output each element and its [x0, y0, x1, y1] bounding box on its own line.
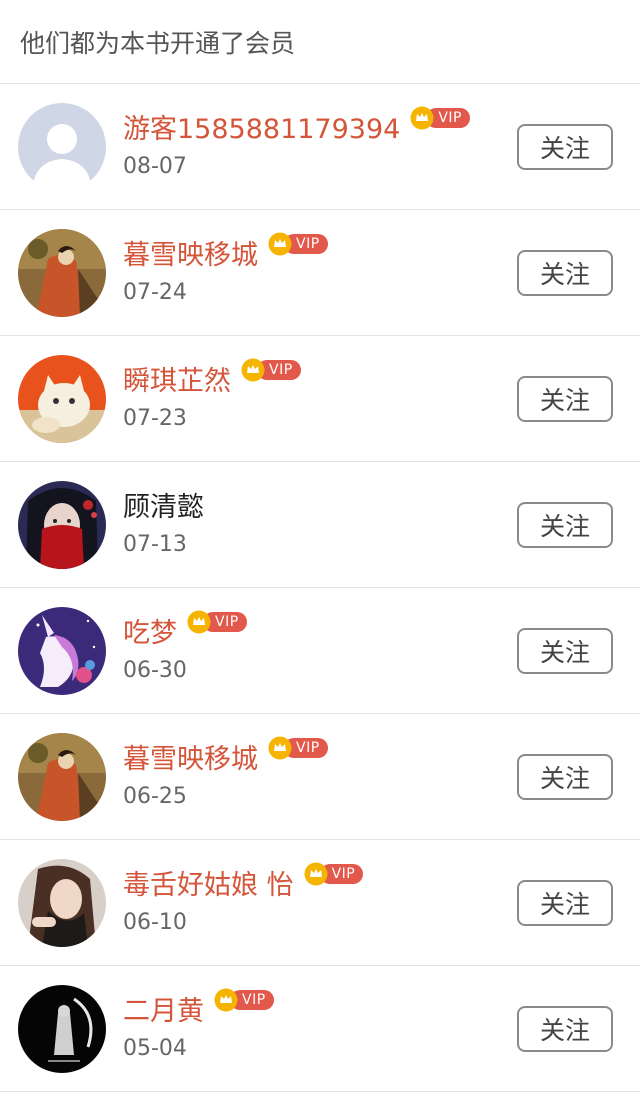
avatar[interactable] [18, 607, 106, 695]
follow-button[interactable]: 关注 [517, 754, 613, 800]
cat-avatar-icon [18, 355, 106, 443]
join-date: 07-24 [123, 280, 187, 305]
list-item[interactable]: 暮雪映移城 VIP 06-25 关注 [0, 714, 640, 840]
join-date: 05-04 [123, 1036, 187, 1061]
member-name[interactable]: 二月黄 [123, 989, 204, 1028]
crown-icon [268, 736, 292, 760]
avatar[interactable] [18, 733, 106, 821]
painting-lady-avatar-icon [18, 733, 106, 821]
crown-icon [268, 232, 292, 256]
list-item[interactable]: 暮雪映移城 VIP 07-24 关注 [0, 210, 640, 336]
follow-button[interactable]: 关注 [517, 250, 613, 296]
member-name[interactable]: 顾清懿 [123, 485, 204, 524]
list-item[interactable]: 二月黄 VIP 05-04 关注 [0, 966, 640, 1092]
member-name[interactable]: 游客1585881179394 [123, 107, 400, 146]
vip-badge: VIP [304, 862, 364, 886]
join-date: 06-10 [123, 910, 187, 935]
veiled-girl-avatar-icon [18, 481, 106, 569]
avatar[interactable] [18, 355, 106, 443]
follow-button[interactable]: 关注 [517, 880, 613, 926]
list-footer [0, 1092, 640, 1119]
vip-badge: VIP [187, 610, 247, 634]
member-list: 游客1585881179394 VIP 08-07 关注 暮雪映移城 VIP 0… [0, 84, 640, 1092]
page-title: 他们都为本书开通了会员 [20, 28, 296, 58]
join-date: 06-30 [123, 658, 187, 683]
avatar[interactable] [18, 985, 106, 1073]
unicorn-avatar-icon [18, 607, 106, 695]
member-name[interactable]: 瞬琪芷然 [123, 359, 231, 398]
join-date: 07-23 [123, 406, 187, 431]
default-avatar-icon [18, 103, 106, 191]
follow-button[interactable]: 关注 [517, 502, 613, 548]
list-item[interactable]: 瞬琪芷然 VIP 07-23 关注 [0, 336, 640, 462]
crown-icon [241, 358, 265, 382]
list-item[interactable]: 毒舌好姑娘 怡 VIP 06-10 关注 [0, 840, 640, 966]
follow-button[interactable]: 关注 [517, 1006, 613, 1052]
crown-icon [410, 106, 434, 130]
crown-icon [214, 988, 238, 1012]
member-name[interactable]: 暮雪映移城 [123, 737, 258, 776]
join-date: 08-07 [123, 154, 187, 179]
list-item[interactable]: 吃梦 VIP 06-30 关注 [0, 588, 640, 714]
crown-icon [187, 610, 211, 634]
follow-button[interactable]: 关注 [517, 376, 613, 422]
vip-badge: VIP [268, 232, 328, 256]
girl-photo-avatar-icon [18, 859, 106, 947]
list-item[interactable]: 顾清懿 07-13 关注 [0, 462, 640, 588]
join-date: 07-13 [123, 532, 187, 557]
page-header: 他们都为本书开通了会员 [0, 0, 640, 84]
member-name[interactable]: 暮雪映移城 [123, 233, 258, 272]
vip-badge: VIP [268, 736, 328, 760]
join-date: 06-25 [123, 784, 187, 809]
follow-button[interactable]: 关注 [517, 628, 613, 674]
avatar[interactable] [18, 103, 106, 191]
member-name[interactable]: 毒舌好姑娘 怡 [123, 863, 294, 902]
list-item[interactable]: 游客1585881179394 VIP 08-07 关注 [0, 84, 640, 210]
vip-badge: VIP [241, 358, 301, 382]
avatar[interactable] [18, 859, 106, 947]
dark-figure-avatar-icon [18, 985, 106, 1073]
vip-badge: VIP [410, 106, 470, 130]
avatar[interactable] [18, 229, 106, 317]
painting-lady-avatar-icon [18, 229, 106, 317]
follow-button[interactable]: 关注 [517, 124, 613, 170]
crown-icon [304, 862, 328, 886]
member-name[interactable]: 吃梦 [123, 611, 177, 650]
vip-badge: VIP [214, 988, 274, 1012]
avatar[interactable] [18, 481, 106, 569]
